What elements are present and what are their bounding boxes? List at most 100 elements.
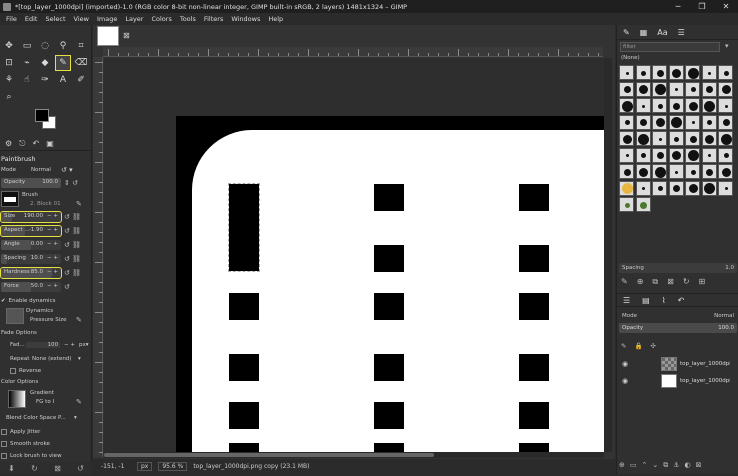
visibility-eye-icon[interactable]: ◉ [619, 377, 631, 385]
menu-help[interactable]: Help [264, 15, 287, 23]
new-layer-icon[interactable]: ⊕ [619, 461, 625, 472]
brush-thumbnail[interactable] [619, 131, 634, 146]
fade-length-row[interactable]: Fad... 100 − + px ▾ [10, 340, 90, 350]
lock-pixels-icon[interactable]: ✎ [621, 342, 626, 350]
brush-thumbnail[interactable] [718, 81, 733, 97]
opacity-reset-icon[interactable]: ⇕ ↺ [64, 179, 78, 187]
color-options-title[interactable]: Color Options [1, 377, 87, 387]
brush-thumbnail[interactable] [701, 180, 717, 196]
crop-tool-icon[interactable]: ⌗ [74, 39, 88, 53]
close-image-tab-icon[interactable]: ⊠ [123, 31, 130, 40]
path-tool-icon[interactable]: ✑ [38, 73, 52, 87]
brush-thumbnail[interactable] [685, 164, 700, 179]
fade-unit[interactable]: px [79, 342, 86, 348]
move-tool-icon[interactable]: ✥ [2, 39, 16, 53]
brush-thumbnail[interactable] [635, 164, 651, 179]
repeat-row[interactable]: Repeat None (extend) ▾ [10, 354, 90, 364]
mode-select[interactable]: Normal [31, 167, 61, 173]
fonts-tab-icon[interactable]: Aa [657, 28, 667, 37]
new-brush-icon[interactable]: ⊕ [637, 277, 644, 288]
brush-thumbnail[interactable] [619, 98, 634, 113]
duplicate-layer-icon[interactable]: ⧉ [663, 461, 668, 472]
patterns-tab-icon[interactable]: ▦ [640, 28, 648, 37]
brush-thumbnail[interactable] [619, 180, 634, 196]
brush-filter-input[interactable]: filter [620, 42, 720, 52]
brush-thumbnail[interactable] [635, 98, 651, 113]
brush-thumbnail[interactable] [718, 65, 733, 80]
brush-thumbnail[interactable] [619, 65, 634, 80]
menu-file[interactable]: File [2, 15, 21, 23]
gradient-edit-icon[interactable]: ✎ [76, 398, 82, 406]
brush-thumbnail[interactable] [685, 98, 700, 113]
brush-thumbnail[interactable] [685, 81, 700, 97]
opacity-slider[interactable]: Opacity 100.0 [1, 178, 61, 188]
brush-spacing-slider[interactable]: Spacing 1.0 [619, 263, 737, 273]
layers-tab-icon[interactable]: ☰ [623, 296, 630, 305]
fade-value[interactable]: 100 [26, 342, 60, 348]
chevron-down-icon[interactable]: ▾ [725, 42, 729, 50]
minimize-button[interactable]: ─ [666, 2, 690, 11]
brush-thumbnail[interactable] [718, 164, 733, 179]
menu-tools[interactable]: Tools [176, 15, 200, 23]
menu-colors[interactable]: Colors [147, 15, 175, 23]
brush-thumbnail[interactable] [652, 180, 667, 196]
menu-windows[interactable]: Windows [227, 15, 264, 23]
images-tab-icon[interactable]: ▣ [46, 139, 54, 148]
angle-slider[interactable]: Angle 0.00 − + [1, 240, 61, 250]
brush-thumbnail[interactable] [668, 98, 684, 113]
foreground-color-swatch[interactable] [35, 109, 49, 122]
unit-select[interactable]: px [137, 462, 153, 471]
paths-tab-icon[interactable]: ⌇ [662, 296, 666, 305]
enable-dynamics-checkbox[interactable]: ✔ Enable dynamics [1, 296, 87, 306]
channels-tab-icon[interactable]: ▤ [642, 296, 650, 305]
brush-grid[interactable] [619, 65, 735, 240]
brush-thumbnail[interactable] [685, 131, 700, 146]
zoom-select[interactable]: 95.6 % [158, 462, 188, 471]
undo-history-tab-icon[interactable]: ↶ [33, 139, 40, 148]
brush-thumbnail[interactable] [652, 81, 667, 97]
fuzzy-select-tool-icon[interactable]: ⚲ [56, 39, 70, 53]
brush-preview[interactable] [1, 191, 19, 207]
menu-layer[interactable]: Layer [121, 15, 147, 23]
tool-options-tab-icon[interactable]: ⚙ [5, 139, 12, 148]
bucket-fill-tool-icon[interactable]: ◆ [38, 56, 52, 70]
brush-thumbnail[interactable] [701, 65, 717, 80]
menu-select[interactable]: Select [41, 15, 69, 23]
document-history-tab-icon[interactable]: ☰ [678, 28, 685, 37]
layer-opacity-slider[interactable]: Opacity 100.0 [619, 323, 737, 333]
anchor-layer-icon[interactable]: ⚓ [673, 461, 679, 472]
horizontal-scrollbar[interactable] [104, 452, 604, 458]
menu-edit[interactable]: Edit [21, 15, 42, 23]
lasso-tool-icon[interactable]: ◌ [38, 39, 52, 53]
warp-tool-icon[interactable]: ⌁ [20, 56, 34, 70]
brush-thumbnail[interactable] [685, 147, 700, 163]
dynamics-edit-icon[interactable]: ✎ [76, 316, 82, 324]
brush-thumbnail[interactable] [652, 164, 667, 179]
brush-thumbnail[interactable] [652, 147, 667, 163]
blend-color-space-select[interactable]: Blend Color Space P... ▾ [6, 413, 86, 423]
delete-options-icon[interactable]: ⊠ [54, 464, 61, 473]
raise-layer-icon[interactable]: ⌃ [642, 461, 648, 472]
transform-tool-icon[interactable]: ⊡ [2, 56, 16, 70]
brush-edit-icon[interactable]: ✎ [621, 277, 628, 288]
layer-mode-row[interactable]: Mode Normal [619, 311, 737, 321]
brush-thumbnail[interactable] [701, 147, 717, 163]
brush-as-image-icon[interactable]: ⊞ [699, 277, 706, 288]
spacing-reset-icon[interactable]: ↺ ⛓ [64, 255, 81, 263]
spacing-slider[interactable]: Spacing 10.0 − + [1, 254, 61, 264]
horizontal-ruler[interactable] [103, 47, 603, 57]
brush-thumbnail[interactable] [619, 147, 634, 163]
rect-select-tool-icon[interactable]: ▭ [20, 39, 34, 53]
vertical-scrollbar[interactable] [604, 58, 612, 452]
mask-icon[interactable]: ◐ [685, 461, 691, 472]
brush-thumbnail[interactable] [718, 180, 733, 196]
maximize-button[interactable]: ❐ [690, 2, 714, 11]
aspect-reset-icon[interactable]: ↺ ⛓ [64, 227, 81, 235]
apply-jitter-checkbox[interactable]: Apply Jitter [1, 427, 87, 437]
brush-thumbnail[interactable] [718, 131, 733, 146]
new-group-icon[interactable]: ▭ [630, 461, 637, 472]
brush-thumbnail[interactable] [668, 81, 684, 97]
menu-filters[interactable]: Filters [200, 15, 227, 23]
brush-thumbnail[interactable] [701, 81, 717, 97]
device-status-tab-icon[interactable]: ⎋ [19, 139, 25, 149]
